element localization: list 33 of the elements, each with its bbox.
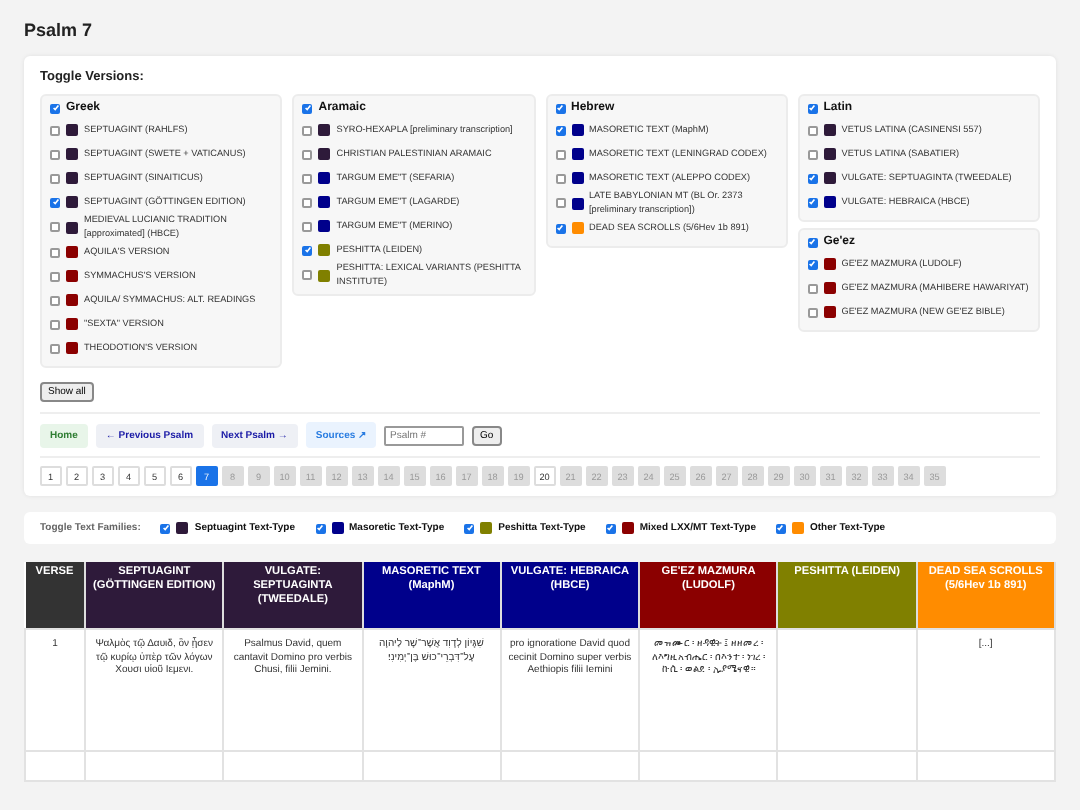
family-checkbox[interactable] — [605, 523, 616, 534]
version-checkbox[interactable] — [302, 221, 313, 231]
version-checkbox[interactable] — [302, 149, 313, 159]
group-checkbox[interactable] — [555, 103, 565, 113]
family-checkbox[interactable] — [464, 523, 475, 534]
group-checkbox[interactable] — [50, 103, 60, 113]
version-checkbox[interactable] — [555, 198, 565, 209]
version-checkbox[interactable] — [555, 149, 565, 159]
group-checkbox[interactable] — [807, 237, 818, 247]
family-checkbox[interactable] — [315, 523, 325, 534]
page-title: Psalm 7 — [24, 18, 95, 44]
family-checkbox[interactable] — [775, 523, 786, 534]
version-checkbox[interactable] — [50, 343, 60, 354]
version-checkbox[interactable] — [302, 270, 313, 281]
version-checkbox[interactable] — [50, 222, 60, 233]
version-checkbox[interactable] — [807, 125, 818, 135]
version-checkbox[interactable] — [807, 307, 818, 317]
version-checkbox[interactable] — [50, 295, 60, 306]
version-checkbox[interactable] — [50, 319, 60, 330]
version-checkbox[interactable] — [555, 173, 565, 183]
version-checkbox[interactable] — [302, 173, 313, 183]
version-checkbox[interactable] — [302, 125, 313, 135]
version-checkbox[interactable] — [50, 125, 60, 135]
version-checkbox[interactable] — [50, 173, 60, 183]
group-checkbox[interactable] — [302, 103, 313, 113]
version-checkbox[interactable] — [50, 247, 60, 258]
family-checkbox[interactable] — [160, 523, 171, 534]
version-checkbox[interactable] — [807, 283, 818, 293]
group-checkbox[interactable] — [807, 103, 818, 113]
version-checkbox[interactable] — [50, 271, 60, 282]
version-checkbox[interactable] — [807, 149, 818, 159]
version-checkbox[interactable] — [302, 197, 313, 207]
version-checkbox[interactable] — [50, 149, 60, 159]
